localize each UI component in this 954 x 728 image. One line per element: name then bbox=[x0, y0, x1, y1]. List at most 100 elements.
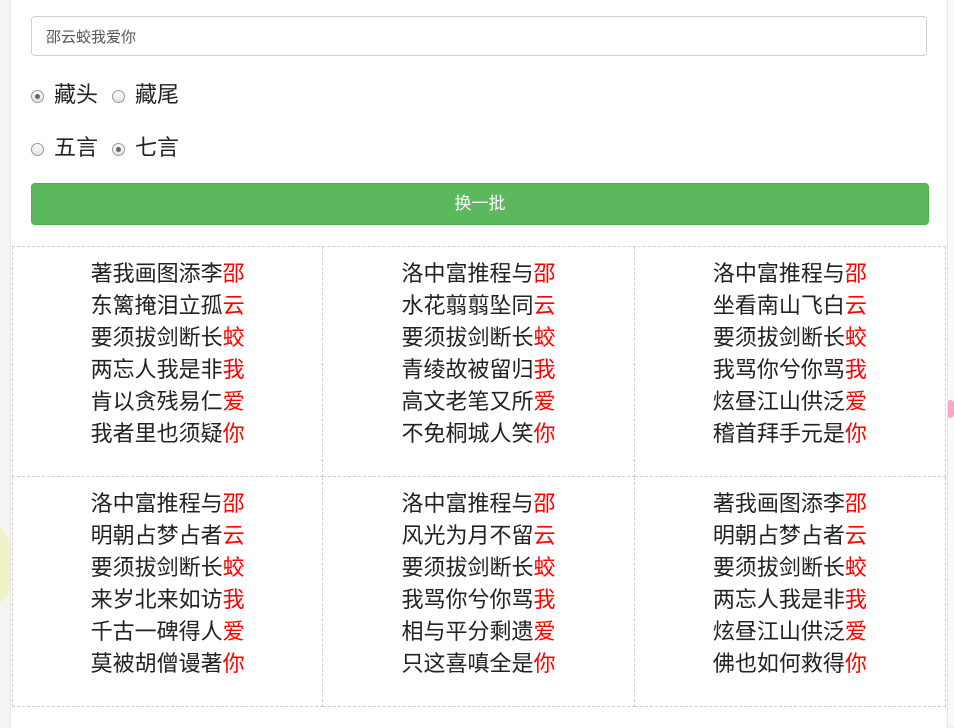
poem-line: 著我画图添李邵 bbox=[13, 259, 322, 291]
poem-line: 洛中富推程与邵 bbox=[323, 489, 633, 521]
poem-line-key-char: 我 bbox=[533, 588, 556, 613]
poem-line-text: 我骂你兮你骂 bbox=[401, 588, 534, 613]
poem-line-text: 来岁北来如访 bbox=[90, 588, 223, 613]
mode-radio-group: 藏头 藏尾 bbox=[31, 82, 193, 110]
poem-line: 要须拔剑断长蛟 bbox=[13, 323, 322, 355]
poem-line-key-char: 蛟 bbox=[533, 326, 556, 351]
poem-line-text: 要须拔剑断长 bbox=[401, 326, 534, 351]
poem-line-key-char: 云 bbox=[844, 294, 867, 319]
poem-line: 炫昼江山供泛爱 bbox=[635, 617, 945, 649]
mode-option-label: 藏尾 bbox=[135, 83, 180, 108]
poem-card: 洛中富推程与邵 明朝占梦占者云 要须拔剑断长蛟 来岁北来如访我 千古一碑得人爱 … bbox=[12, 477, 324, 707]
poem-line-key-char: 蛟 bbox=[844, 556, 867, 581]
length-option-seven[interactable]: 七言 bbox=[112, 135, 179, 163]
poem-line-text: 千古一碑得人 bbox=[90, 620, 223, 645]
poem-line: 莫被胡僧谩著你 bbox=[13, 649, 322, 681]
poem-line-text: 肯以贪残易仁 bbox=[90, 390, 223, 415]
poem-line: 坐看南山飞白云 bbox=[635, 291, 945, 323]
poem-line: 佛也如何救得你 bbox=[635, 649, 945, 681]
poem-line-key-char: 蛟 bbox=[222, 556, 245, 581]
poem-line: 要须拔剑断长蛟 bbox=[635, 323, 945, 355]
poem-line-key-char: 邵 bbox=[844, 492, 867, 517]
poem-line-text: 要须拔剑断长 bbox=[401, 556, 534, 581]
poem-line-text: 相与平分剩遗 bbox=[401, 620, 534, 645]
poem-line-text: 我骂你兮你骂 bbox=[712, 358, 845, 383]
poem-line-key-char: 我 bbox=[844, 358, 867, 383]
poem-line-text: 炫昼江山供泛 bbox=[712, 390, 845, 415]
poem-line-key-char: 云 bbox=[533, 294, 556, 319]
poem-line: 东篱掩泪立孤云 bbox=[13, 291, 322, 323]
poem-line-key-char: 你 bbox=[222, 422, 245, 447]
poem-line-key-char: 云 bbox=[533, 524, 556, 549]
poem-line-text: 水花翦翦坠同 bbox=[401, 294, 534, 319]
poem-line-key-char: 邵 bbox=[222, 262, 245, 287]
poem-line: 著我画图添李邵 bbox=[635, 489, 945, 521]
poem-line-text: 风光为月不留 bbox=[401, 524, 534, 549]
poem-line: 风光为月不留云 bbox=[323, 521, 633, 553]
main-panel: 藏头 藏尾 五言 七言 换一批 著我画图添李邵 东篱掩泪立孤云 要须拔剑断长蛟 … bbox=[10, 0, 948, 728]
length-option-five[interactable]: 五言 bbox=[31, 135, 98, 163]
poem-card: 著我画图添李邵 东篱掩泪立孤云 要须拔剑断长蛟 两忘人我是非我 肯以贪残易仁爱 … bbox=[12, 247, 324, 477]
refresh-button[interactable]: 换一批 bbox=[31, 183, 929, 225]
poem-line-key-char: 爱 bbox=[533, 620, 556, 645]
poem-card: 著我画图添李邵 明朝占梦占者云 要须拔剑断长蛟 两忘人我是非我 炫昼江山供泛爱 … bbox=[634, 477, 946, 707]
radio-button-tail[interactable] bbox=[112, 89, 126, 103]
poem-line-text: 要须拔剑断长 bbox=[90, 556, 223, 581]
poem-line: 要须拔剑断长蛟 bbox=[635, 553, 945, 585]
poem-line-text: 要须拔剑断长 bbox=[90, 326, 223, 351]
poem-line-key-char: 爱 bbox=[222, 620, 245, 645]
poem-line: 洛中富推程与邵 bbox=[635, 259, 945, 291]
poem-line-key-char: 你 bbox=[533, 422, 556, 447]
poem-line-key-char: 你 bbox=[844, 422, 867, 447]
poem-line-key-char: 我 bbox=[222, 358, 245, 383]
mode-option-head[interactable]: 藏头 bbox=[31, 82, 98, 110]
poem-line-text: 炫昼江山供泛 bbox=[712, 620, 845, 645]
poem-line-key-char: 邵 bbox=[844, 262, 867, 287]
poem-line: 两忘人我是非我 bbox=[13, 355, 322, 387]
poem-line-text: 明朝占梦占者 bbox=[712, 524, 845, 549]
poem-line-key-char: 云 bbox=[222, 524, 245, 549]
poem-line-key-char: 爱 bbox=[844, 390, 867, 415]
poem-line: 高文老笔又所爱 bbox=[323, 387, 633, 419]
poem-line: 炫昼江山供泛爱 bbox=[635, 387, 945, 419]
poem-line: 明朝占梦占者云 bbox=[13, 521, 322, 553]
poem-line: 稽首拜手元是你 bbox=[635, 419, 945, 451]
poem-line: 洛中富推程与邵 bbox=[13, 489, 322, 521]
poem-line: 不免桐城人笑你 bbox=[323, 419, 633, 451]
poem-line: 我骂你兮你骂我 bbox=[323, 585, 633, 617]
radio-button-head[interactable] bbox=[31, 89, 44, 103]
radio-button-five[interactable] bbox=[31, 142, 44, 156]
poem-line-key-char: 云 bbox=[844, 524, 867, 549]
poem-line-text: 洛中富推程与 bbox=[401, 492, 534, 517]
poem-card: 洛中富推程与邵 风光为月不留云 要须拔剑断长蛟 我骂你兮你骂我 相与平分剩遗爱 … bbox=[323, 477, 635, 707]
poem-line: 肯以贪残易仁爱 bbox=[13, 387, 322, 419]
poem-line-text: 两忘人我是非 bbox=[90, 358, 223, 383]
poem-line-key-char: 邵 bbox=[533, 262, 556, 287]
poem-line-key-char: 邵 bbox=[533, 492, 556, 517]
poem-line-key-char: 云 bbox=[222, 294, 245, 319]
name-input[interactable] bbox=[31, 16, 927, 56]
poem-line-text: 佛也如何救得 bbox=[712, 652, 845, 677]
poem-line: 我骂你兮你骂我 bbox=[635, 355, 945, 387]
poem-line-text: 洛中富推程与 bbox=[401, 262, 534, 287]
poem-line: 两忘人我是非我 bbox=[635, 585, 945, 617]
poem-line: 千古一碑得人爱 bbox=[13, 617, 322, 649]
poem-card: 洛中富推程与邵 坐看南山飞白云 要须拔剑断长蛟 我骂你兮你骂我 炫昼江山供泛爱 … bbox=[634, 247, 946, 477]
poem-line-text: 著我画图添李 bbox=[712, 492, 845, 517]
poem-line-text: 著我画图添李 bbox=[90, 262, 223, 287]
poem-line: 洛中富推程与邵 bbox=[323, 259, 633, 291]
poem-line-key-char: 蛟 bbox=[533, 556, 556, 581]
mode-option-label: 藏头 bbox=[54, 83, 99, 108]
poem-line: 要须拔剑断长蛟 bbox=[13, 553, 322, 585]
poem-line-text: 高文老笔又所 bbox=[401, 390, 534, 415]
length-radio-group: 五言 七言 bbox=[31, 135, 193, 163]
poem-line-key-char: 爱 bbox=[844, 620, 867, 645]
poem-line-text: 明朝占梦占者 bbox=[90, 524, 223, 549]
mode-option-tail[interactable]: 藏尾 bbox=[112, 82, 179, 110]
radio-button-seven[interactable] bbox=[112, 142, 126, 156]
poem-line-text: 要须拔剑断长 bbox=[712, 326, 845, 351]
poem-line-text: 只这喜嗔全是 bbox=[401, 652, 534, 677]
poem-line-text: 坐看南山飞白 bbox=[712, 294, 845, 319]
poem-line-key-char: 我 bbox=[844, 588, 867, 613]
poem-line: 明朝占梦占者云 bbox=[635, 521, 945, 553]
